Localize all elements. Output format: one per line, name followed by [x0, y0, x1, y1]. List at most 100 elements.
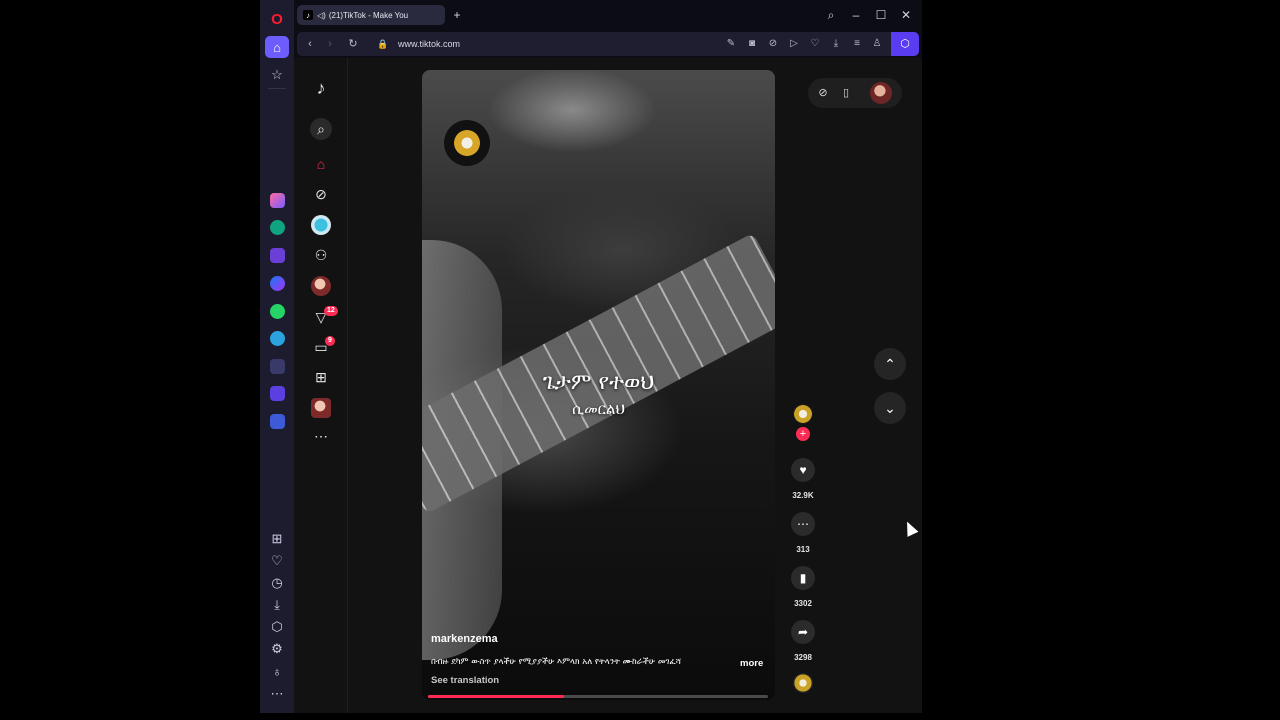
maximize-button[interactable]: ☐ [872, 6, 890, 24]
like-button[interactable]: ♥ [791, 458, 815, 482]
opera-sidebar: O ⌂ ☆ ⊞ ♡ ◷ ⤓ ⬡ ⚙ ♁ ⋯ [260, 0, 294, 713]
comment-count: 313 [796, 545, 810, 554]
chatgpt-icon[interactable] [265, 216, 289, 238]
video-player[interactable]: ጌታም የተወህ ሲመርልህ markenzema በብዙ ደካም ውስጥ ያላ… [422, 70, 775, 700]
video-overlay-title: ጌታም የተወህ [542, 370, 655, 395]
home-feed-icon[interactable]: ⌂ [311, 154, 331, 174]
tiktok-sidebar: ♪ ⌕ ⌂ ⊘ ⚇ ▽ 12 ▭ 9 ⊞ ⋯ [294, 58, 348, 713]
bookmark-heart-icon[interactable]: ♡ [808, 37, 822, 51]
channel-logo [444, 120, 490, 166]
share-button[interactable]: ➦ [791, 620, 815, 644]
workspace-icon[interactable] [265, 410, 289, 432]
window-bottom-edge [260, 713, 922, 720]
video-description: በብዙ ደካም ውስጥ ያላችሁ የሚያያችሁ እምላክ አለ የትላንት ሙከ… [431, 657, 682, 667]
next-video-button[interactable]: ⌄ [874, 392, 906, 424]
telegram-icon[interactable] [265, 327, 289, 349]
sidebar-divider [268, 88, 286, 89]
profile-avatar[interactable] [311, 398, 331, 418]
edit-icon[interactable]: ✎ [724, 37, 738, 51]
whatsapp-icon[interactable] [265, 300, 289, 322]
explore-compass-icon[interactable]: ⊘ [816, 86, 830, 100]
new-tab-button[interactable]: + [450, 8, 464, 22]
extensions-icon[interactable]: ⬡ [891, 32, 919, 56]
more-link[interactable]: more [740, 658, 763, 669]
reload-button[interactable]: ↻ [346, 37, 360, 51]
minimize-button[interactable]: – [847, 6, 865, 24]
user-avatar[interactable] [870, 82, 892, 104]
lock-icon[interactable]: 🔒 [377, 37, 388, 51]
play-icon[interactable]: ▷ [787, 37, 801, 51]
friends-avatar[interactable] [311, 276, 331, 296]
cube-icon[interactable]: ⬡ [265, 616, 289, 638]
mouse-cursor-icon [901, 519, 919, 537]
top-right-controls: ⊘ ▯ [808, 78, 902, 108]
previous-video-button[interactable]: ⌃ [874, 348, 906, 380]
avatar [311, 276, 331, 296]
chevron-down-icon: ⌄ [884, 399, 896, 416]
easy-setup-icon[interactable]: ≡ [850, 37, 864, 51]
save-count: 3302 [794, 599, 812, 608]
avatar [311, 398, 331, 418]
back-button[interactable]: ‹ [303, 37, 317, 51]
share-icon: ➦ [797, 625, 809, 639]
tiktok-page: ♪ ⌕ ⌂ ⊘ ⚇ ▽ 12 ▭ 9 ⊞ ⋯ ጌታም የተወህ ሲመርልህ ma… [294, 58, 922, 713]
video-username[interactable]: markenzema [431, 633, 498, 645]
browser-window: O ⌂ ☆ ⊞ ♡ ◷ ⤓ ⬡ ⚙ ♁ ⋯ ♪ ◁) (21)TikTok - … [260, 0, 922, 720]
aria-icon[interactable] [265, 189, 289, 211]
chevron-up-icon: ⌃ [884, 355, 896, 372]
device-icon[interactable]: ▯ [839, 86, 853, 100]
search-tabs-icon[interactable]: ⌕ [822, 6, 840, 24]
tab-tiktok[interactable]: ♪ ◁) (21)TikTok - Make You [297, 5, 445, 25]
tab-title: (21)TikTok - Make You [328, 10, 409, 20]
tiktok-favicon-icon: ♪ [303, 10, 313, 20]
music-disc-icon[interactable] [793, 673, 813, 693]
address-bar-row: ‹ › ↻ 🔒 www.tiktok.com ✎ ◙ ⊘ ▷ ♡ ⤓ ≡ ♙ ⬡ [294, 30, 922, 58]
heart-icon: ♥ [799, 463, 807, 477]
follow-button[interactable]: + [796, 427, 810, 441]
star-icon[interactable]: ☆ [265, 64, 289, 86]
live-icon[interactable] [311, 215, 331, 235]
address-bar[interactable]: ‹ › ↻ 🔒 www.tiktok.com ✎ ◙ ⊘ ▷ ♡ ⤓ ≡ ♙ ⬡ [297, 32, 919, 56]
more-menu-icon[interactable]: ⋯ [311, 426, 331, 446]
music-icon[interactable] [265, 355, 289, 377]
creator-avatar[interactable] [793, 404, 813, 424]
comment-button[interactable]: ⋯ [791, 512, 815, 536]
share-count: 3298 [794, 653, 812, 662]
video-overlay-subtitle: ሲመርልህ [572, 400, 625, 418]
opera-logo-icon[interactable]: O [265, 8, 289, 30]
more-icon[interactable]: ⋯ [265, 683, 289, 705]
video-progress-fill [428, 695, 564, 698]
bulb-icon[interactable]: ♁ [265, 660, 289, 682]
messages-badge: 9 [325, 336, 335, 346]
player-icon[interactable] [265, 382, 289, 404]
snapshot-icon[interactable]: ◙ [745, 37, 759, 51]
messenger-icon[interactable] [265, 272, 289, 294]
activity-badge: 12 [324, 306, 338, 316]
comment-icon: ⋯ [797, 517, 809, 531]
search-icon[interactable]: ⌕ [310, 118, 332, 140]
downloads-icon[interactable]: ⤓ [829, 37, 843, 51]
settings-icon[interactable]: ⚙ [265, 638, 289, 660]
forward-button[interactable]: › [323, 37, 337, 51]
history-icon[interactable]: ◷ [265, 572, 289, 594]
explore-icon[interactable]: ⊘ [311, 184, 331, 204]
heart-icon[interactable]: ♡ [265, 550, 289, 572]
cs-app-icon[interactable] [265, 244, 289, 266]
adblock-icon[interactable]: ⊘ [766, 37, 780, 51]
see-translation-link[interactable]: See translation [431, 675, 499, 686]
tab-strip: ♪ ◁) (21)TikTok - Make You + ⌕ – ☐ ✕ [294, 0, 922, 30]
profile-icon[interactable]: ♙ [870, 37, 884, 51]
following-icon[interactable]: ⚇ [311, 245, 331, 265]
like-count: 32.9K [792, 491, 814, 500]
url-text[interactable]: www.tiktok.com [398, 37, 460, 51]
save-button[interactable]: ▮ [791, 566, 815, 590]
video-progress-bar[interactable] [428, 695, 768, 698]
close-button[interactable]: ✕ [897, 6, 915, 24]
upload-icon[interactable]: ⊞ [311, 367, 331, 387]
home-icon[interactable]: ⌂ [265, 36, 289, 58]
download-icon[interactable]: ⤓ [265, 594, 289, 616]
speaker-icon[interactable]: ◁) [317, 11, 326, 20]
bookmark-icon: ▮ [799, 571, 807, 585]
tiktok-logo-icon[interactable]: ♪ [311, 78, 331, 98]
grid-icon[interactable]: ⊞ [265, 528, 289, 550]
